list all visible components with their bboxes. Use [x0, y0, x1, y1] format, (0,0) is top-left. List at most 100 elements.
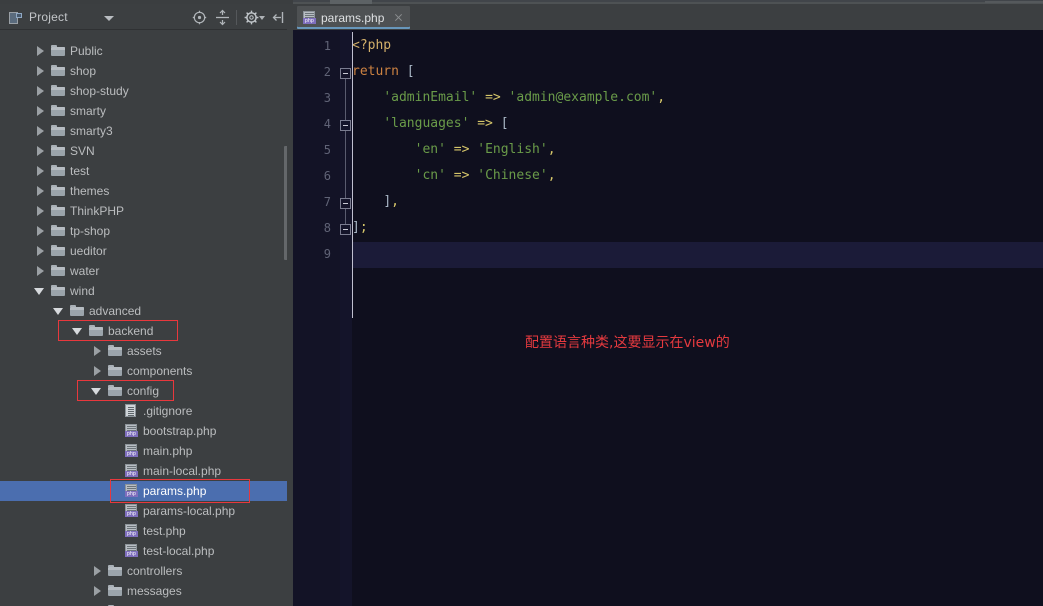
tree-item-label: smarty — [70, 104, 106, 118]
tree-expand-arrow-icon[interactable] — [34, 185, 45, 196]
code-token: 'languages' — [383, 116, 470, 131]
tree-folder-row[interactable]: shop — [0, 61, 293, 81]
gear-dropdown-caret-icon[interactable] — [259, 16, 265, 20]
code-line: <?php — [352, 38, 391, 53]
tree-folder-row[interactable]: components — [0, 361, 293, 381]
tree-folder-row[interactable]: SVN — [0, 141, 293, 161]
code-token: => — [477, 116, 493, 131]
tree-collapse-arrow-icon[interactable] — [34, 285, 45, 296]
tree-file-row[interactable]: php params.php — [0, 481, 293, 501]
php-file-icon: php — [125, 424, 138, 437]
toolbar-separator — [236, 10, 237, 25]
code-line: 'languages' => [ — [352, 116, 508, 131]
tree-item-label: bootstrap.php — [143, 424, 217, 438]
tree-expand-arrow-icon[interactable] — [34, 45, 45, 56]
tree-folder-row[interactable]: Public — [0, 41, 293, 61]
line-number: 2 — [323, 65, 331, 79]
tab-params-php[interactable]: php params.php — [297, 6, 411, 29]
tree-item-label: ueditor — [70, 244, 107, 258]
gear-icon[interactable] — [243, 9, 260, 26]
code-line: ], — [352, 194, 399, 209]
fold-toggle-icon[interactable] — [340, 68, 351, 79]
tree-file-row[interactable]: php main.php — [0, 441, 293, 461]
tree-folder-row[interactable]: ThinkPHP — [0, 201, 293, 221]
tree-file-row[interactable]: .gitignore — [0, 401, 293, 421]
line-number: 1 — [323, 39, 331, 53]
editor-gutter[interactable]: 1 2 3 4 5 6 7 8 9 — [293, 30, 340, 606]
tree-expand-arrow-icon[interactable] — [91, 345, 102, 356]
tree-folder-row[interactable]: assets — [0, 341, 293, 361]
tree-expand-arrow-icon[interactable] — [34, 245, 45, 256]
tree-folder-row[interactable]: smarty — [0, 101, 293, 121]
tree-folder-row[interactable]: ueditor — [0, 241, 293, 261]
hide-panel-icon[interactable] — [270, 9, 287, 26]
tree-item-label: .gitignore — [143, 404, 193, 418]
tree-collapse-arrow-icon[interactable] — [91, 385, 102, 396]
fold-toggle-icon[interactable] — [340, 120, 351, 131]
tree-expand-arrow-icon[interactable] — [34, 165, 45, 176]
tree-file-row[interactable]: php params-local.php — [0, 501, 293, 521]
tree-expand-arrow-icon[interactable] — [34, 65, 45, 76]
tree-folder-row[interactable]: controllers — [0, 561, 293, 581]
tree-folder-row[interactable]: models — [0, 601, 293, 606]
tree-collapse-arrow-icon[interactable] — [72, 325, 83, 336]
tree-folder-row[interactable]: test — [0, 161, 293, 181]
code-content[interactable]: <?php return [ 'adminEmail' => 'admin@exa… — [352, 30, 1043, 606]
tree-expand-arrow-icon[interactable] — [34, 265, 45, 276]
tree-item-label: ThinkPHP — [70, 204, 125, 218]
tree-folder-row[interactable]: messages — [0, 581, 293, 601]
tree-expand-arrow-icon[interactable] — [34, 205, 45, 216]
tree-expand-arrow-icon[interactable] — [34, 225, 45, 236]
tree-expand-arrow-icon[interactable] — [34, 85, 45, 96]
tree-expand-arrow-icon[interactable] — [34, 145, 45, 156]
tree-item-label: advanced — [89, 304, 142, 318]
tree-expand-arrow-icon[interactable] — [91, 585, 102, 596]
tree-item-label: Public — [70, 44, 103, 58]
tree-expand-arrow-icon[interactable] — [34, 125, 45, 136]
chevron-down-icon[interactable] — [104, 16, 114, 21]
line-number: 4 — [323, 117, 331, 131]
tree-item-label: assets — [127, 344, 162, 358]
tree-item-label: wind — [70, 284, 95, 298]
tree-folder-row[interactable]: shop-study — [0, 81, 293, 101]
tree-folder-row[interactable]: config — [0, 381, 293, 401]
fold-toggle-icon[interactable] — [340, 224, 351, 235]
tree-file-row[interactable]: php main-local.php — [0, 461, 293, 481]
tree-folder-row[interactable]: advanced — [0, 301, 293, 321]
tree-folder-row[interactable]: themes — [0, 181, 293, 201]
tree-file-row[interactable]: php bootstrap.php — [0, 421, 293, 441]
tree-expand-arrow-icon[interactable] — [34, 105, 45, 116]
tree-folder-row[interactable]: smarty3 — [0, 121, 293, 141]
line-number: 7 — [323, 195, 331, 209]
code-token: 'English' — [477, 142, 548, 157]
tree-folder-row[interactable]: tp-shop — [0, 221, 293, 241]
collapse-all-icon[interactable] — [191, 9, 208, 26]
tree-expand-arrow-icon[interactable] — [91, 365, 102, 376]
tree-expand-arrow-icon[interactable] — [91, 565, 102, 576]
folder-icon — [51, 185, 65, 196]
code-token: 'adminEmail' — [383, 90, 478, 105]
tree-item-label: themes — [70, 184, 110, 198]
tree-file-row[interactable]: php test.php — [0, 521, 293, 541]
close-icon[interactable] — [393, 12, 404, 23]
tree-file-row[interactable]: php test-local.php — [0, 541, 293, 561]
code-fold-rail[interactable] — [340, 30, 352, 606]
expand-all-icon[interactable] — [214, 9, 231, 26]
tree-folder-row[interactable]: wind — [0, 281, 293, 301]
php-file-icon: php — [125, 504, 138, 517]
folder-icon — [51, 245, 65, 256]
tree-folder-row[interactable]: water — [0, 261, 293, 281]
tree-collapse-arrow-icon[interactable] — [53, 305, 64, 316]
fold-toggle-icon[interactable] — [340, 198, 351, 209]
tree-folder-row[interactable]: backend — [0, 321, 293, 341]
code-token: ; — [359, 220, 368, 235]
code-editor[interactable]: 1 2 3 4 5 6 7 8 9 <?php return [ 'adminEmail' => … — [293, 30, 1043, 606]
php-file-icon: php — [125, 544, 138, 557]
project-file-tree[interactable]: Public shop shop-study smarty smarty3 SVN test… — [0, 30, 293, 606]
